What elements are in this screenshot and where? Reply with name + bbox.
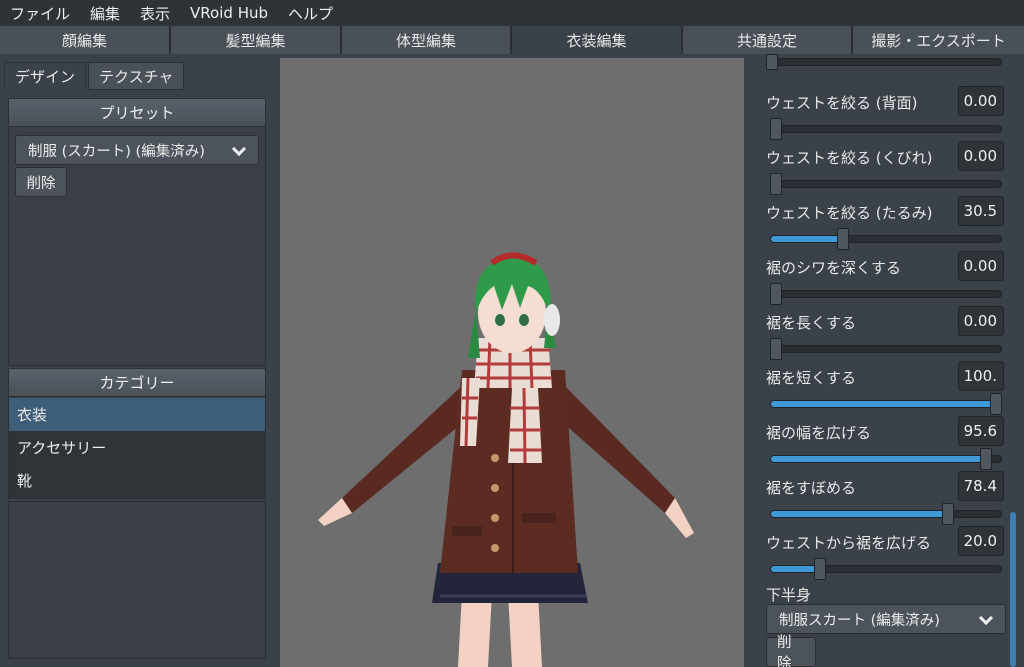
slider-row: ウェストを絞る (たるみ) 30.5: [766, 179, 1006, 250]
slider-value-field[interactable]: 0.00: [958, 306, 1004, 336]
slider-label: 裾をすぼめる: [766, 479, 857, 497]
slider-value-field[interactable]: 78.4: [958, 471, 1004, 501]
slider-fill: [771, 566, 817, 572]
slider-label: ウェストを絞る (たるみ): [766, 204, 933, 222]
right-panel-scrollbar[interactable]: [1010, 512, 1016, 667]
slider-label: ウェストを絞る (背面): [766, 94, 918, 112]
preset-panel: プリセット 制服 (スカート) (編集済み) 削除: [8, 98, 266, 366]
menu-edit[interactable]: 編集: [90, 3, 120, 24]
slider-value-field[interactable]: 100.: [958, 361, 1004, 391]
menu-view[interactable]: 表示: [140, 3, 170, 24]
slider-value-field[interactable]: 0.00: [958, 251, 1004, 281]
slider-label: ウェストを絞る (くびれ): [766, 149, 933, 167]
slider-row: ウェストを絞る (背面) 0.00: [766, 69, 1006, 140]
slider-row: ウェストを絞る (くびれ) 0.00: [766, 124, 1006, 195]
subtab-design[interactable]: デザイン: [4, 62, 87, 90]
chevron-down-icon: [231, 141, 247, 157]
slider-label: 裾を長くする: [766, 314, 857, 332]
category-item-accessory[interactable]: アクセサリー: [9, 431, 265, 464]
chevron-down-icon: [978, 610, 994, 626]
3d-viewport[interactable]: [280, 58, 744, 667]
category-list: 衣装 アクセサリー 靴: [9, 398, 265, 498]
category-item-shoes[interactable]: 靴: [9, 464, 265, 497]
lower-body-dropdown[interactable]: 制服スカート (編集済み): [766, 604, 1006, 634]
menu-vroid-hub[interactable]: VRoid Hub: [190, 4, 268, 22]
slider-label: 裾のシワを深くする: [766, 259, 902, 277]
tab-hair[interactable]: 髪型編集: [171, 26, 342, 54]
lower-body-label: 下半身: [766, 586, 812, 604]
category-item-outfit[interactable]: 衣装: [9, 398, 265, 431]
slider-thumb[interactable]: [814, 558, 826, 580]
slider-label: ウェストから裾を広げる: [766, 534, 932, 552]
category-panel: カテゴリー 衣装 アクセサリー 靴: [8, 368, 266, 499]
character-model: [318, 252, 694, 667]
slider-value-field[interactable]: 30.5: [958, 196, 1004, 226]
left-panel: デザイン テクスチャ プリセット 制服 (スカート) (編集済み) 削除 カテゴ…: [0, 54, 276, 667]
slider-value-field[interactable]: 0.00: [958, 86, 1004, 116]
right-panel: ウェストを絞る (背面) 0.00 ウェストを絞る (くびれ) 0.00 ウェストを絞る…: [746, 54, 1024, 667]
menu-file[interactable]: ファイル: [10, 3, 70, 24]
slider-row: 裾を長くする 0.00: [766, 289, 1006, 360]
slider-value-field[interactable]: 95.6: [958, 416, 1004, 446]
menu-bar: ファイル 編集 表示 VRoid Hub ヘルプ: [0, 0, 1024, 26]
slider-value-field[interactable]: 20.0: [958, 526, 1004, 556]
tab-common-settings[interactable]: 共通設定: [683, 26, 853, 54]
tab-face[interactable]: 顔編集: [0, 26, 171, 54]
tab-body[interactable]: 体型編集: [342, 26, 512, 54]
slider-row: ウェストから裾を広げる 20.0: [766, 509, 1006, 580]
preset-dropdown[interactable]: 制服 (スカート) (編集済み): [15, 135, 259, 165]
menu-help[interactable]: ヘルプ: [288, 3, 333, 24]
slider-row: 裾の幅を広げる 95.6: [766, 399, 1006, 470]
main-tabs: 顔編集 髪型編集 体型編集 衣装編集 共通設定 撮影・エクスポート: [0, 26, 1024, 54]
slider-track[interactable]: [770, 565, 1002, 573]
category-header: カテゴリー: [9, 369, 265, 397]
left-subtabs: デザイン テクスチャ: [4, 62, 185, 90]
slider-row: 裾のシワを深くする 0.00: [766, 234, 1006, 305]
tab-outfit[interactable]: 衣装編集: [512, 26, 683, 54]
lower-body-dropdown-value: 制服スカート (編集済み): [779, 612, 940, 629]
slider-label: 裾を短くする: [766, 369, 857, 387]
preset-dropdown-value: 制服 (スカート) (編集済み): [28, 143, 205, 160]
lower-body-delete-button[interactable]: 削除: [766, 635, 816, 667]
slider-track-partial[interactable]: [770, 58, 1002, 66]
slider-thumb-partial[interactable]: [766, 54, 778, 70]
tab-photo-export[interactable]: 撮影・エクスポート: [853, 26, 1024, 54]
slider-row: 裾をすぼめる 78.4: [766, 454, 1006, 525]
preset-delete-button[interactable]: 削除: [15, 167, 67, 197]
subtab-texture[interactable]: テクスチャ: [88, 62, 185, 90]
slider-label: 裾の幅を広げる: [766, 424, 872, 442]
slider-value-field[interactable]: 0.00: [958, 141, 1004, 171]
preset-header: プリセット: [9, 99, 265, 127]
slider-row: 裾を短くする 100.: [766, 344, 1006, 415]
empty-panel: [8, 501, 266, 659]
